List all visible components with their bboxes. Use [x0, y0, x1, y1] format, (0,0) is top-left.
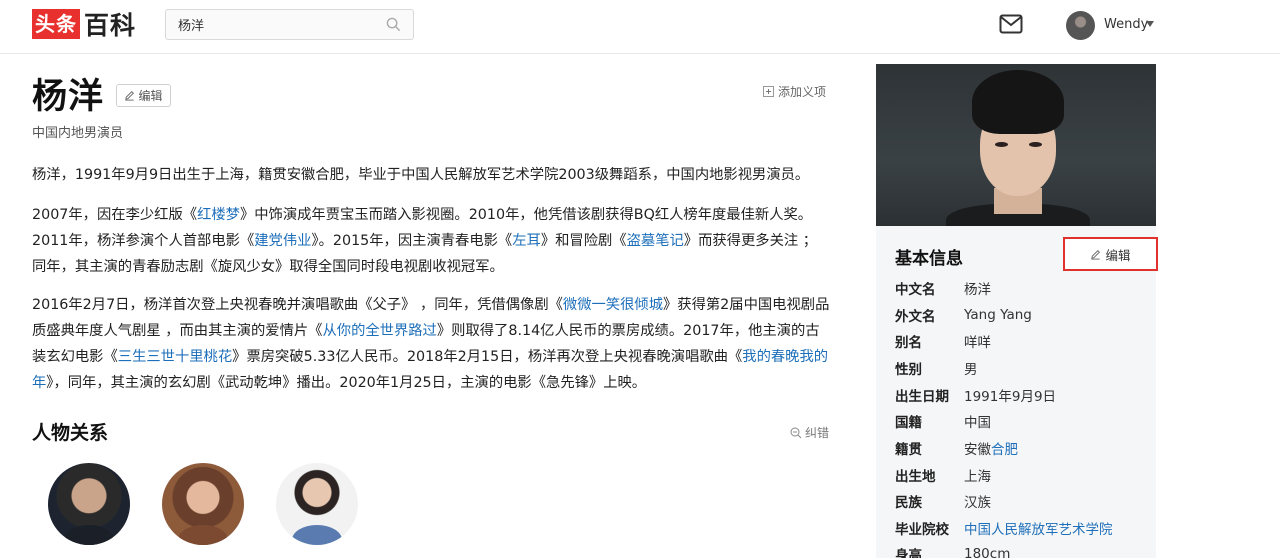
summary-paragraph: 杨洋，1991年9月9日出生于上海，籍贯安徽合肥，毕业于中国人民解放军艺术学院2… — [32, 167, 810, 183]
info-edit-label: 编辑 — [1105, 247, 1131, 263]
photo-eye — [995, 142, 1008, 147]
info-key: 民族 — [895, 495, 922, 511]
correct-link[interactable]: 纠错 — [790, 424, 829, 441]
edit-button[interactable]: 编辑 — [116, 84, 171, 107]
info-row-nationality: 国籍 中国 — [895, 411, 991, 431]
pencil-icon — [1091, 249, 1101, 260]
info-key: 中文名 — [895, 282, 936, 298]
user-avatar[interactable] — [1066, 11, 1095, 40]
link-sansheng-sanshi[interactable]: 三生三世十里桃花 — [118, 349, 232, 365]
info-row-chinese-name: 中文名 杨洋 — [895, 278, 991, 298]
text-segment: 》。2015年，因主演青春电影《 — [311, 233, 513, 249]
career-paragraph-1: 2007年，因在李少红版《红楼梦》中饰演成年贾宝玉而踏入影视圈。2010年，他凭… — [32, 202, 830, 280]
link-jiandang-weiye[interactable]: 建党伟业 — [254, 233, 311, 249]
edit-button-label: 编辑 — [138, 89, 163, 103]
info-row-height: 身高 180cm — [895, 544, 1010, 558]
info-key: 性别 — [895, 362, 922, 378]
pencil-icon — [125, 91, 135, 101]
info-value: 男 — [964, 362, 978, 378]
link-weiwei-yixiao[interactable]: 微微一笑很倾城 — [563, 297, 663, 313]
relation-avatar[interactable] — [48, 463, 130, 545]
magnifier-icon — [790, 427, 802, 438]
page-title: 杨洋 — [32, 77, 105, 117]
logo-red-part: 头条 — [32, 9, 80, 39]
site-logo[interactable]: 头条 百科 — [32, 9, 137, 40]
info-key: 出生日期 — [895, 389, 949, 405]
info-value: 中国人民解放军艺术学院 — [964, 518, 1113, 538]
profile-photo[interactable] — [876, 64, 1156, 226]
plus-box-icon — [763, 86, 774, 97]
info-value: Yang Yang — [964, 307, 1032, 323]
info-value: 180cm — [964, 546, 1011, 558]
username[interactable]: Wendy — [1104, 17, 1148, 32]
avatar-body — [64, 525, 114, 545]
link-honglou-meng[interactable]: 红楼梦 — [197, 207, 240, 223]
info-key: 别名 — [895, 335, 922, 351]
photo-hair — [972, 70, 1064, 134]
info-row-gender: 性别 男 — [895, 358, 978, 378]
avatar-body — [292, 525, 342, 545]
info-value: 上海 — [964, 469, 991, 485]
text-segment: 》票房突破5.33亿人民币。2018年2月15日，杨洋再次登上央视春晚演唱歌曲《 — [232, 349, 743, 365]
mail-icon[interactable] — [999, 14, 1023, 34]
correct-label: 纠错 — [805, 426, 830, 440]
info-row-foreign-name: 外文名 Yang Yang — [895, 305, 1032, 325]
relation-avatar[interactable] — [276, 463, 358, 545]
info-edit-button[interactable]: 编辑 — [1063, 237, 1158, 271]
info-key: 外文名 — [895, 309, 936, 325]
info-value: 1991年9月9日 — [964, 389, 1057, 405]
relation-avatar[interactable] — [162, 463, 244, 545]
info-key: 国籍 — [895, 415, 922, 431]
chevron-down-icon[interactable] — [1146, 21, 1154, 27]
link-daomu-biji[interactable]: 盗墓笔记 — [627, 233, 684, 249]
logo-black-part: 百科 — [84, 11, 137, 40]
career-paragraph-2: 2016年2月7日，杨洋首次登上央视春晚并演唱歌曲《父子》 ，同年，凭借偶像剧《… — [32, 292, 830, 396]
basic-info-panel: 基本信息 编辑 中文名 杨洋 外文名 Yang Yang 别名 咩咩 性别 男 出生日期… — [876, 226, 1158, 558]
info-value: 咩咩 — [964, 335, 991, 351]
link-congni-de-shijie[interactable]: 从你的全世界路过 — [322, 323, 436, 339]
top-header: 头条 百科 Wendy — [0, 0, 1280, 54]
text-segment: 2007年，因在李少红版《 — [32, 207, 198, 223]
text-segment: 》，同年，其主演的玄幻剧《武动乾坤》播出。2020年1月25日，主演的电影《急先… — [46, 375, 647, 391]
search-box — [165, 9, 414, 40]
info-row-native-place: 籍贯 安徽合肥 — [895, 438, 1018, 458]
avatar-body — [178, 525, 228, 545]
search-input[interactable] — [166, 10, 381, 39]
link-hefei[interactable]: 合肥 — [991, 442, 1018, 458]
info-row-birthdate: 出生日期 1991年9月9日 — [895, 385, 1056, 405]
info-value: 汉族 — [964, 495, 991, 511]
native-place-text: 安徽 — [964, 442, 991, 458]
info-key: 出生地 — [895, 469, 936, 485]
info-key: 身高 — [895, 548, 922, 558]
info-value: 杨洋 — [964, 282, 991, 298]
info-row-ethnicity: 民族 汉族 — [895, 491, 991, 511]
info-row-birthplace: 出生地 上海 — [895, 465, 991, 485]
text-segment: 》和冒险剧《 — [540, 233, 627, 249]
info-row-school: 毕业院校 中国人民解放军艺术学院 — [895, 518, 1113, 538]
relations-title: 人物关系 — [32, 422, 109, 444]
info-row-alias: 别名 咩咩 — [895, 331, 991, 351]
text-segment: 2016年2月7日，杨洋首次登上央视春晚并演唱歌曲《父子》 ，同年，凭借偶像剧《 — [32, 297, 563, 313]
link-school[interactable]: 中国人民解放军艺术学院 — [964, 522, 1113, 538]
add-entry-link[interactable]: 添加义项 — [763, 83, 826, 100]
info-key: 籍贯 — [895, 442, 922, 458]
entry-subtitle: 中国内地男演员 — [32, 126, 124, 141]
basic-info-title: 基本信息 — [895, 249, 963, 269]
add-entry-label: 添加义项 — [778, 85, 827, 99]
search-icon[interactable] — [386, 17, 401, 32]
info-value: 中国 — [964, 415, 991, 431]
info-key: 毕业院校 — [895, 522, 949, 538]
info-value: 安徽合肥 — [964, 438, 1018, 458]
link-zuoer[interactable]: 左耳 — [512, 233, 541, 249]
photo-eye — [1029, 142, 1042, 147]
